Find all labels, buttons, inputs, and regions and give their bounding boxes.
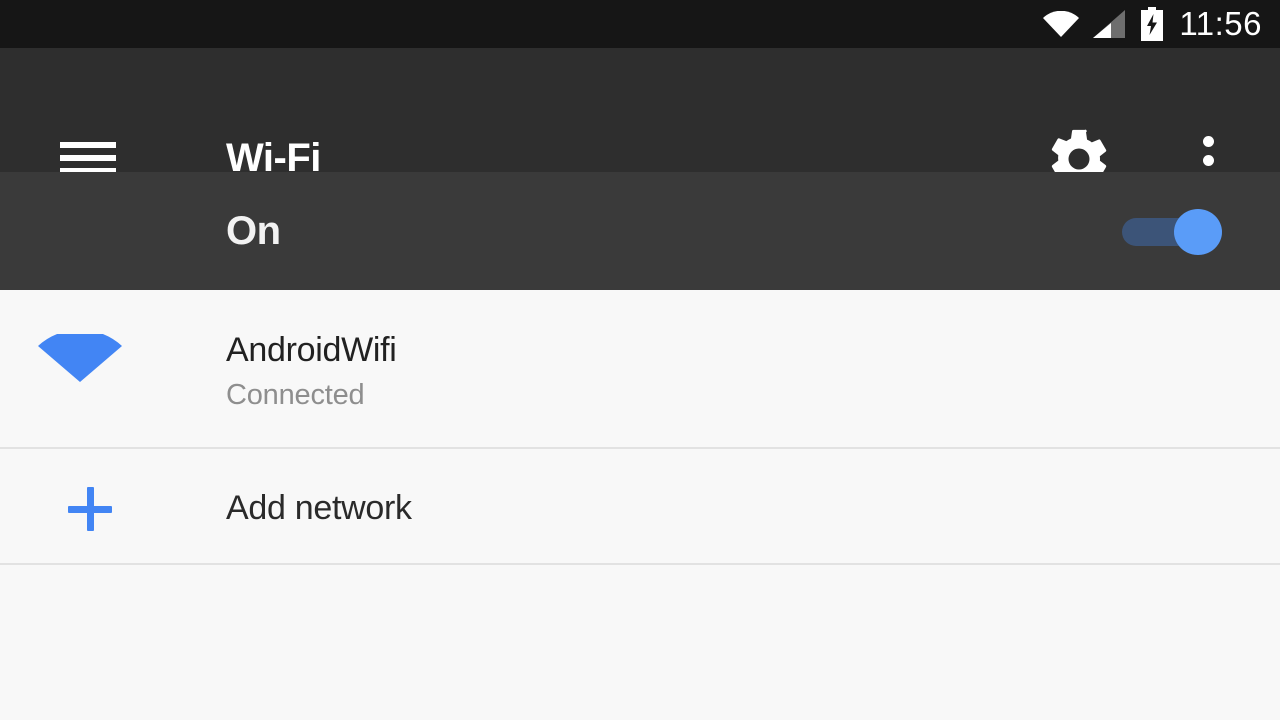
wifi-settings-screen: 11:56 Wi-Fi On AndroidWifi Connected Add… xyxy=(0,0,1280,720)
network-text-block: AndroidWifi Connected xyxy=(226,331,397,412)
hamburger-menu-icon[interactable] xyxy=(60,142,116,175)
add-network-text-block: Add network xyxy=(226,489,412,528)
wifi-toggle-switch[interactable] xyxy=(1122,209,1222,255)
status-bar-clock: 11:56 xyxy=(1179,5,1262,42)
plus-icon xyxy=(68,487,112,531)
cellular-signal-icon xyxy=(1093,10,1126,38)
status-bar: 11:56 xyxy=(0,0,1280,48)
network-list: AndroidWifi Connected Add network xyxy=(0,290,1280,720)
wifi-toggle-label: On xyxy=(226,209,281,253)
wifi-toggle-row[interactable]: On xyxy=(0,172,1280,290)
battery-charging-icon xyxy=(1139,7,1165,41)
wifi-signal-icon xyxy=(1043,10,1080,38)
network-name: AndroidWifi xyxy=(226,331,397,369)
list-divider xyxy=(0,563,1280,565)
status-bar-icons: 11:56 xyxy=(1043,0,1262,48)
list-item-network[interactable]: AndroidWifi Connected xyxy=(0,290,1280,449)
switch-thumb xyxy=(1174,209,1222,255)
add-network-label: Add network xyxy=(226,489,412,527)
network-status: Connected xyxy=(226,379,365,411)
list-item-add-network[interactable]: Add network xyxy=(0,449,1280,565)
action-bar: Wi-Fi xyxy=(0,48,1280,186)
wifi-signal-icon xyxy=(38,329,122,382)
